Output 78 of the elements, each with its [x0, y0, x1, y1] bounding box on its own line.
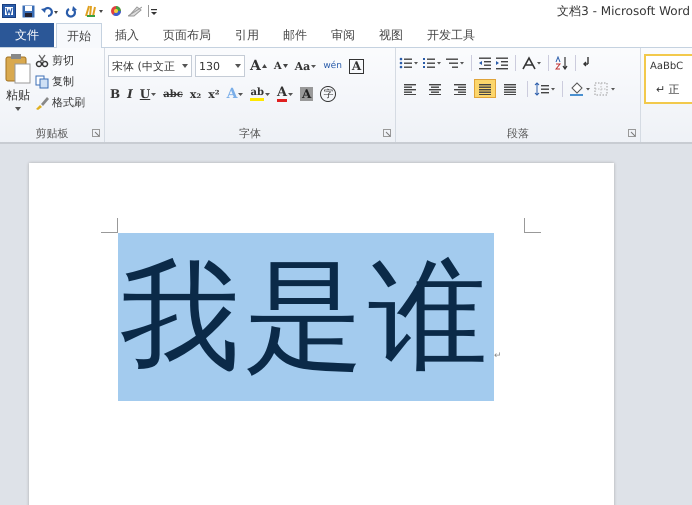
- ribbon-tab[interactable]: 开始: [56, 23, 102, 48]
- line-spacing-icon[interactable]: [534, 82, 556, 96]
- align-right-icon: [453, 82, 467, 94]
- caret-icon[interactable]: [182, 64, 188, 68]
- caret-icon: [15, 107, 21, 111]
- format-button[interactable]: I: [125, 85, 135, 103]
- style-name: ↵ 正: [655, 82, 681, 97]
- group-label: 剪贴板: [36, 126, 68, 140]
- undo-icon[interactable]: [41, 4, 59, 18]
- format-button[interactable]: abc: [161, 85, 185, 103]
- format-button[interactable]: A: [346, 57, 366, 75]
- align-left-icon: [403, 82, 417, 94]
- document-text: 我是谁: [118, 233, 494, 401]
- format-button[interactable]: x₂: [188, 85, 204, 103]
- multilevel-list-icon[interactable]: [445, 56, 465, 70]
- caret-icon: [311, 64, 316, 68]
- save-icon[interactable]: [22, 4, 35, 18]
- caret-icon: [264, 92, 270, 96]
- eraser-icon[interactable]: [128, 5, 142, 17]
- window-title: 文档3 - Microsoft Word: [557, 2, 691, 20]
- format-button[interactable]: Aa: [292, 57, 318, 75]
- font-name-field[interactable]: 宋体 (中文正: [108, 55, 192, 77]
- group-label: 字体: [239, 126, 261, 140]
- paintbrush-icon: [35, 96, 49, 110]
- ribbon-tab[interactable]: 引用: [224, 23, 270, 47]
- clipboard-button[interactable]: 格式刷: [33, 94, 87, 111]
- ribbon-tab[interactable]: 邮件: [272, 23, 318, 47]
- clipboard-button[interactable]: 复制: [33, 73, 87, 90]
- dialog-launcher-icon[interactable]: [383, 129, 391, 137]
- format-button[interactable]: A: [248, 57, 269, 75]
- group-label: 段落: [507, 126, 529, 140]
- style-preview: AaBbC: [650, 61, 684, 72]
- margin-corner-mark: [101, 218, 118, 233]
- format-button[interactable]: B: [108, 85, 122, 103]
- paragraph-mark: ↵: [494, 351, 502, 361]
- ribbon-tab[interactable]: 开发工具: [416, 23, 486, 47]
- format-button[interactable]: A: [274, 85, 296, 103]
- margin-corner-mark: [524, 218, 541, 233]
- distribute-icon: [503, 82, 517, 94]
- bullet-list-icon[interactable]: [399, 56, 419, 70]
- scissors-icon: [35, 54, 49, 68]
- word-app-icon[interactable]: [2, 4, 16, 18]
- clipboard-icon: [5, 54, 31, 84]
- ribbon-tab[interactable]: 页面布局: [152, 23, 222, 47]
- file-tab[interactable]: 文件: [0, 23, 54, 47]
- up-arrow-icon: [262, 64, 267, 68]
- caret-icon: [288, 92, 294, 96]
- redo-icon[interactable]: [65, 4, 78, 18]
- copy-icon: [35, 74, 49, 88]
- format-button[interactable]: U: [138, 85, 158, 103]
- format-button[interactable]: A: [272, 57, 290, 75]
- ribbon-tab[interactable]: 视图: [368, 23, 414, 47]
- format-button[interactable]: x²: [206, 85, 222, 103]
- dialog-launcher-icon[interactable]: [628, 129, 636, 137]
- decrease-indent-icon[interactable]: [478, 56, 492, 70]
- justify-icon: [478, 82, 492, 94]
- increase-indent-icon[interactable]: [495, 56, 509, 70]
- format-button[interactable]: 字: [318, 85, 338, 103]
- style-gallery-item[interactable]: AaBbC ↵ 正: [644, 54, 692, 104]
- clipboard-button[interactable]: 剪切: [33, 52, 87, 69]
- sort-icon[interactable]: [555, 56, 569, 70]
- down-arrow-icon: [282, 64, 288, 68]
- format-button[interactable]: wén: [321, 57, 344, 75]
- caret-icon[interactable]: [235, 64, 241, 68]
- caret-icon: [151, 92, 156, 96]
- ribbon-tab[interactable]: 审阅: [320, 23, 366, 47]
- ribbon-tab[interactable]: 插入: [104, 23, 150, 47]
- alignment-button[interactable]: [474, 79, 496, 98]
- customize-icon[interactable]: [148, 5, 157, 17]
- align-center-icon: [428, 82, 442, 94]
- font-size-field[interactable]: 130: [195, 55, 245, 77]
- caret-icon: [238, 92, 244, 96]
- format-button[interactable]: ab: [248, 85, 272, 103]
- numbered-list-icon[interactable]: [422, 56, 442, 70]
- paste-button[interactable]: 粘贴: [3, 52, 33, 124]
- format-button[interactable]: A: [298, 85, 316, 103]
- dialog-launcher-icon[interactable]: [92, 129, 100, 137]
- color-wheel-icon[interactable]: [110, 5, 122, 17]
